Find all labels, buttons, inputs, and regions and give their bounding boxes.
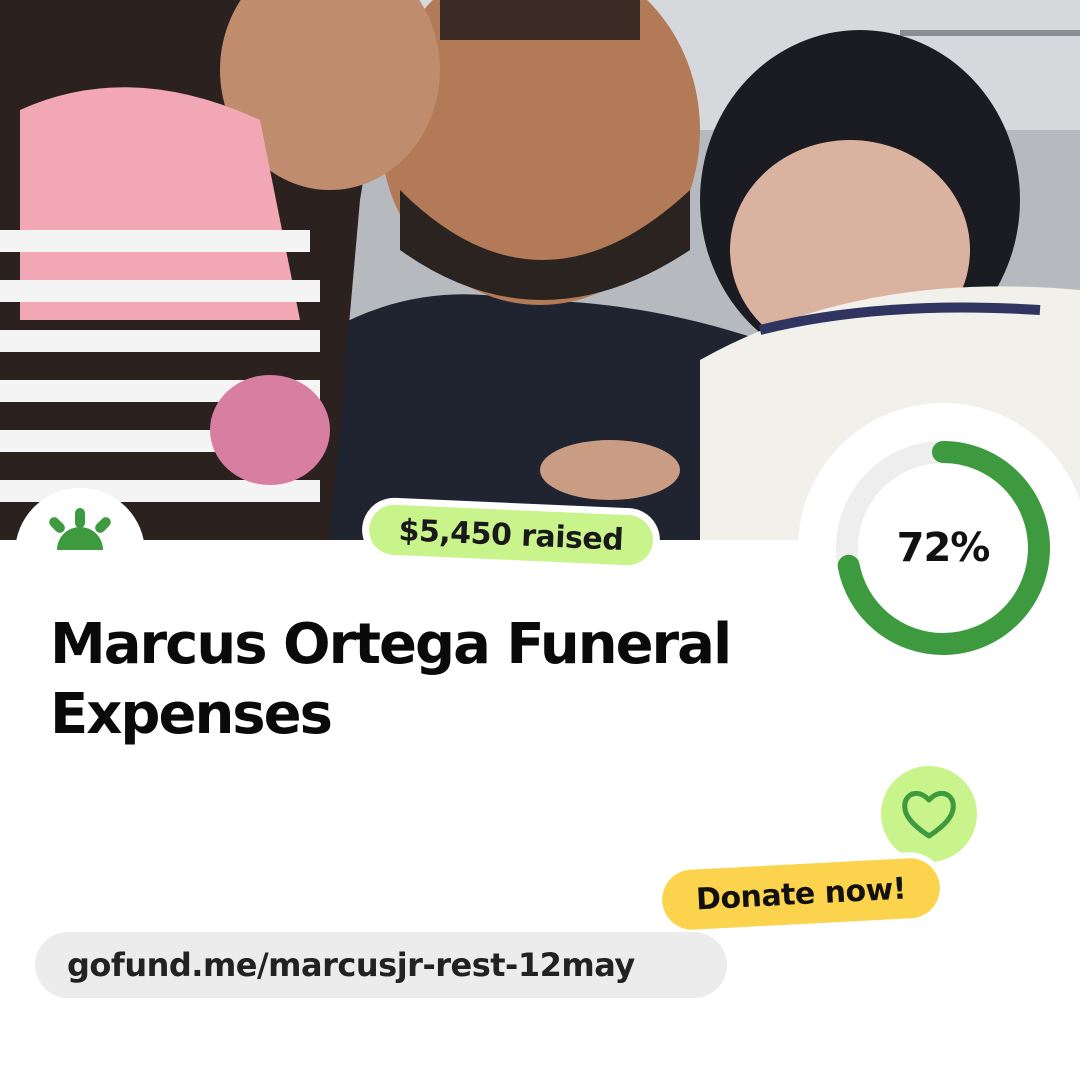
donate-now-label: Donate now! [660, 856, 942, 932]
progress-ring: 72% [798, 403, 1080, 693]
donate-now-button[interactable]: Donate now! [654, 850, 948, 938]
campaign-url[interactable]: gofund.me/marcusjr-rest-12may [35, 932, 727, 998]
amount-raised-label: $5,450 raised [368, 503, 654, 567]
amount-raised-badge: $5,450 raised [360, 496, 662, 574]
sunrise-icon [49, 508, 111, 550]
campaign-title: Marcus Ortega Funeral Expenses [50, 612, 732, 747]
progress-percent: 72% [896, 525, 991, 571]
heart-badge[interactable] [881, 766, 977, 862]
heart-icon [902, 790, 956, 839]
